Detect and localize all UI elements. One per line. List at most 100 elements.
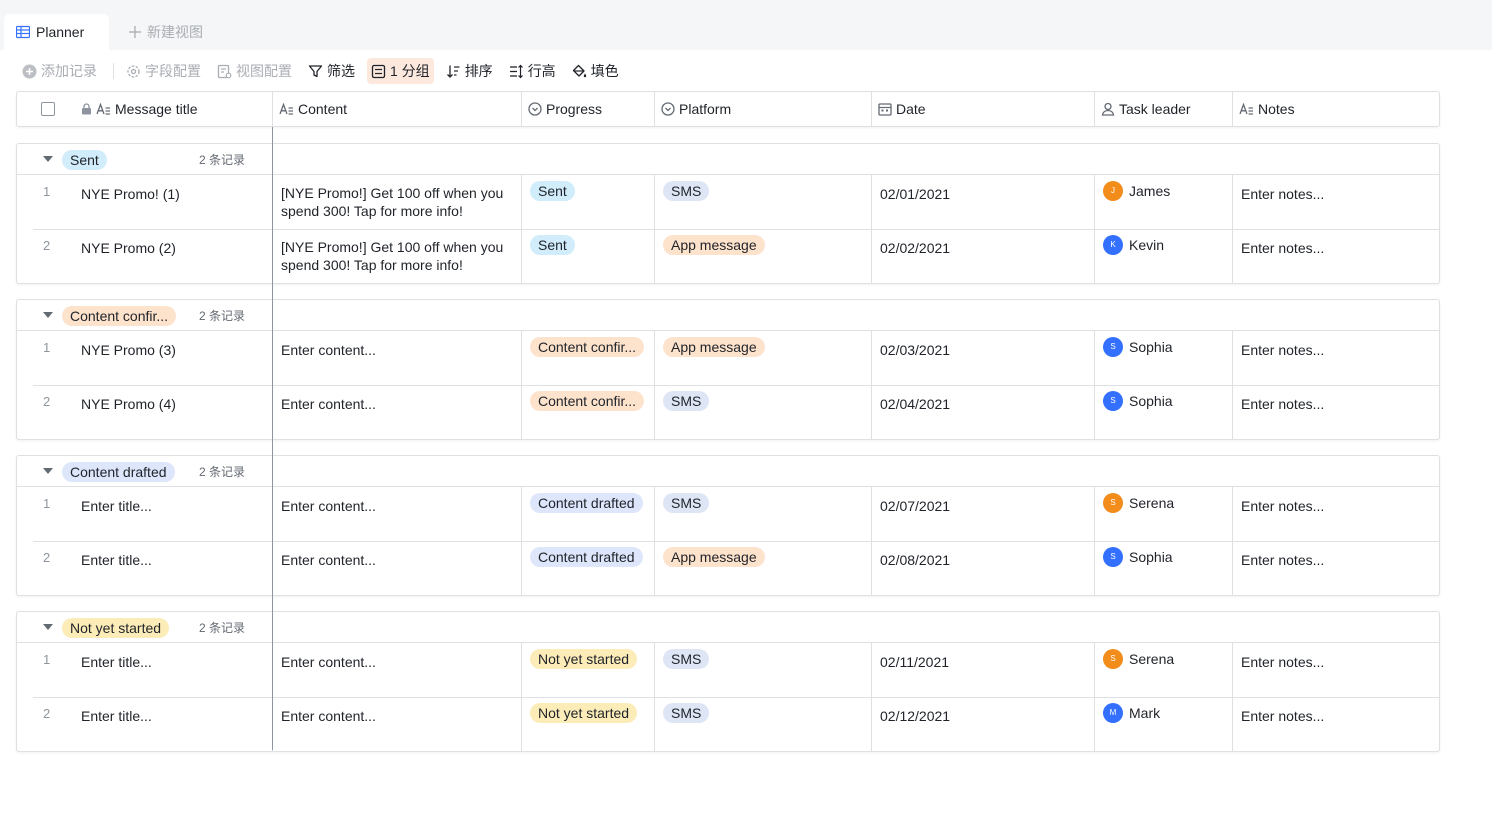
sort-button[interactable]: 排序 (442, 58, 497, 84)
cell-message-title[interactable]: Enter title... (73, 541, 271, 595)
column-header-leader[interactable]: Task leader (1095, 92, 1191, 126)
column-header-platform[interactable]: Platform (655, 92, 731, 126)
cell-platform[interactable]: SMS (655, 487, 871, 541)
cell-notes[interactable]: Enter notes... (1233, 175, 1439, 229)
filter-button[interactable]: 筛选 (304, 58, 359, 84)
cell-leader[interactable]: M Mark (1095, 697, 1232, 751)
cell-platform[interactable]: App message (655, 331, 871, 385)
field-config-button[interactable]: 字段配置 (122, 58, 205, 84)
cell-content[interactable]: Enter content... (273, 643, 521, 697)
column-header-title[interactable]: Message title (75, 92, 197, 126)
cell-content[interactable]: Enter content... (273, 697, 521, 751)
add-record-button[interactable]: 添加记录 (18, 58, 101, 84)
cell-leader[interactable]: J James (1095, 175, 1232, 229)
cell-notes[interactable]: Enter notes... (1233, 643, 1439, 697)
platform-tag: SMS (663, 391, 710, 411)
cell-date[interactable]: 02/07/2021 (872, 487, 1094, 541)
column-header-notes[interactable]: Notes (1233, 92, 1295, 126)
task-leader: J James (1103, 181, 1224, 201)
cell-progress[interactable]: Sent (522, 175, 654, 229)
cell-progress[interactable]: Not yet started (522, 697, 654, 751)
table-row[interactable]: 1 Enter title... Enter content... Content d… (17, 487, 1439, 541)
cell-message-title[interactable]: NYE Promo! (1) (73, 175, 271, 229)
cell-content[interactable]: Enter content... (273, 487, 521, 541)
column-divider (654, 92, 655, 126)
group-header[interactable]: Sent 2 条记录 (17, 144, 1439, 175)
collapse-caret-icon[interactable] (43, 156, 53, 162)
cell-content[interactable]: [NYE Promo!] Get 100 off when you spend … (273, 175, 521, 229)
column-header-progress[interactable]: Progress (522, 92, 602, 126)
table-row[interactable]: 1 NYE Promo! (1) [NYE Promo!] Get 100 off … (17, 175, 1439, 229)
cell-progress[interactable]: Content confir... (522, 385, 654, 439)
column-divider (521, 229, 522, 283)
cell-date[interactable]: 02/11/2021 (872, 643, 1094, 697)
calendar-icon (878, 102, 892, 116)
cell-message-title[interactable]: Enter title... (73, 643, 271, 697)
column-header-date[interactable]: Date (872, 92, 926, 126)
cell-date[interactable]: 02/02/2021 (872, 229, 1094, 283)
group-button[interactable]: 1 分组 (367, 58, 434, 84)
cell-date[interactable]: 02/03/2021 (872, 331, 1094, 385)
cell-leader[interactable]: S Sophia (1095, 385, 1232, 439)
cell-progress[interactable]: Sent (522, 229, 654, 283)
cell-content[interactable]: Enter content... (273, 385, 521, 439)
cell-notes[interactable]: Enter notes... (1233, 697, 1439, 751)
cell-message-title[interactable]: Enter title... (73, 487, 271, 541)
table-row[interactable]: 2 Enter title... Enter content... Not yet s… (17, 697, 1439, 751)
cell-progress[interactable]: Not yet started (522, 643, 654, 697)
cell-notes[interactable]: Enter notes... (1233, 487, 1439, 541)
table-row[interactable]: 2 NYE Promo (2) [NYE Promo!] Get 100 off w… (17, 229, 1439, 283)
table-row[interactable]: 1 Enter title... Enter content... Not yet s… (17, 643, 1439, 697)
cell-notes[interactable]: Enter notes... (1233, 229, 1439, 283)
cell-leader[interactable]: S Sophia (1095, 331, 1232, 385)
cell-message-title[interactable]: NYE Promo (4) (73, 385, 271, 439)
table-row[interactable]: 2 Enter title... Enter content... Content d… (17, 541, 1439, 595)
column-divider (1094, 331, 1095, 385)
cell-content[interactable]: [NYE Promo!] Get 100 off when you spend … (273, 229, 521, 283)
cell-progress[interactable]: Content drafted (522, 487, 654, 541)
fill-color-button[interactable]: 填色 (568, 58, 623, 84)
cell-platform[interactable]: SMS (655, 175, 871, 229)
group-header[interactable]: Content drafted 2 条记录 (17, 456, 1439, 487)
cell-notes[interactable]: Enter notes... (1233, 541, 1439, 595)
cell-date[interactable]: 02/12/2021 (872, 697, 1094, 751)
cell-content[interactable]: Enter content... (273, 331, 521, 385)
column-divider (871, 541, 872, 595)
collapse-caret-icon[interactable] (43, 624, 53, 630)
cell-leader[interactable]: S Serena (1095, 643, 1232, 697)
group-record-count: 2 条记录 (199, 153, 246, 167)
cell-progress[interactable]: Content drafted (522, 541, 654, 595)
collapse-caret-icon[interactable] (43, 468, 53, 474)
cell-leader[interactable]: S Sophia (1095, 541, 1232, 595)
group-header[interactable]: Not yet started 2 条记录 (17, 612, 1439, 643)
group-header[interactable]: Content confir... 2 条记录 (17, 300, 1439, 331)
cell-leader[interactable]: K Kevin (1095, 229, 1232, 283)
cell-date[interactable]: 02/08/2021 (872, 541, 1094, 595)
cell-date[interactable]: 02/01/2021 (872, 175, 1094, 229)
tab-planner[interactable]: Planner (4, 14, 109, 50)
filter-label: 筛选 (327, 63, 355, 79)
cell-progress[interactable]: Content confir... (522, 331, 654, 385)
cell-content[interactable]: Enter content... (273, 541, 521, 595)
column-divider (654, 385, 655, 439)
select-all-checkbox[interactable] (35, 92, 55, 126)
cell-platform[interactable]: App message (655, 229, 871, 283)
cell-message-title[interactable]: NYE Promo (3) (73, 331, 271, 385)
cell-platform[interactable]: SMS (655, 385, 871, 439)
new-view-button[interactable]: 新建视图 (128, 20, 203, 44)
cell-notes[interactable]: Enter notes... (1233, 331, 1439, 385)
table-row[interactable]: 1 NYE Promo (3) Enter content... Content co… (17, 331, 1439, 385)
cell-notes[interactable]: Enter notes... (1233, 385, 1439, 439)
cell-platform[interactable]: App message (655, 541, 871, 595)
cell-date[interactable]: 02/04/2021 (872, 385, 1094, 439)
cell-leader[interactable]: S Serena (1095, 487, 1232, 541)
table-row[interactable]: 2 NYE Promo (4) Enter content... Content co… (17, 385, 1439, 439)
cell-message-title[interactable]: NYE Promo (2) (73, 229, 271, 283)
cell-message-title[interactable]: Enter title... (73, 697, 271, 751)
row-height-button[interactable]: 行高 (505, 58, 560, 84)
column-header-content[interactable]: Content (273, 92, 347, 126)
cell-platform[interactable]: SMS (655, 697, 871, 751)
cell-platform[interactable]: SMS (655, 643, 871, 697)
view-config-button[interactable]: 视图配置 (213, 58, 296, 84)
collapse-caret-icon[interactable] (43, 312, 53, 318)
